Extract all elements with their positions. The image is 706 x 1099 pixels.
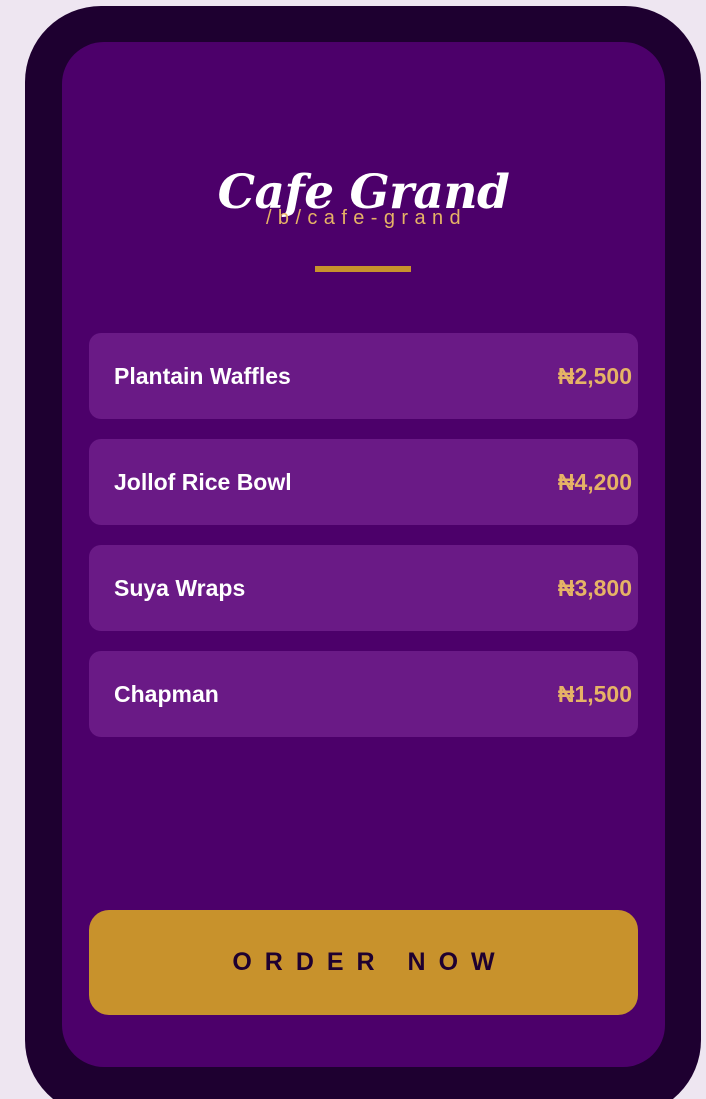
menu-item-price: ₦1,500 xyxy=(557,681,632,707)
business-slug: /b/cafe-grand xyxy=(265,207,468,229)
menu-item-name: Suya Wraps xyxy=(114,575,246,601)
title-divider xyxy=(315,266,411,272)
menu-item-name: Jollof Rice Bowl xyxy=(114,469,292,495)
menu-item-name: Chapman xyxy=(114,681,219,707)
app-screen: Cafe Grand /b/cafe-grand Plantain Waffle… xyxy=(62,42,665,1067)
menu-item-price: ₦3,800 xyxy=(557,575,632,601)
menu-list: Plantain Waffles ₦2,500 Jollof Rice Bowl… xyxy=(89,333,638,757)
menu-item-suya-wraps[interactable]: Suya Wraps ₦3,800 xyxy=(89,545,638,631)
order-now-button[interactable]: ORDER NOW xyxy=(89,910,638,1015)
menu-item-chapman[interactable]: Chapman ₦1,500 xyxy=(89,651,638,737)
menu-item-plantain-waffles[interactable]: Plantain Waffles ₦2,500 xyxy=(89,333,638,419)
menu-item-price: ₦2,500 xyxy=(557,363,632,389)
menu-item-name: Plantain Waffles xyxy=(114,363,291,389)
menu-item-price: ₦4,200 xyxy=(557,469,632,495)
menu-item-jollof-rice-bowl[interactable]: Jollof Rice Bowl ₦4,200 xyxy=(89,439,638,525)
